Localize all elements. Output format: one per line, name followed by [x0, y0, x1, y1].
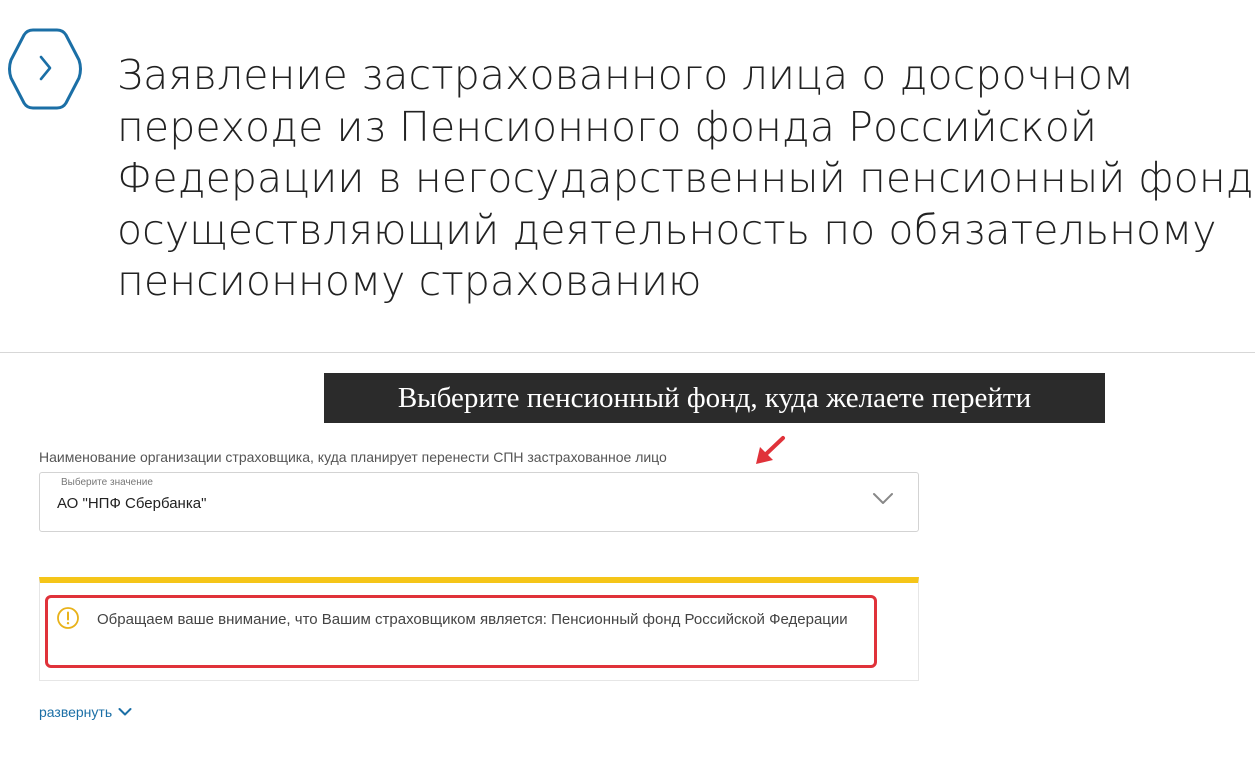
hint-banner: Выберите пенсионный фонд, куда желаете п… [324, 373, 1105, 423]
back-button[interactable] [6, 26, 84, 112]
page-title: Заявление застрахованного лица о досрочн… [117, 50, 1255, 308]
title-line-5: пенсионному страхованию [117, 257, 702, 305]
title-line-1: Заявление застрахованного лица о досрочн… [117, 51, 1135, 99]
title-line-3: Федерации в негосударственный пенсионный… [117, 154, 1255, 202]
insurer-notice: Обращаем ваше внимание, что Вашим страхо… [39, 577, 919, 681]
title-line-2: переходе из Пенсионного фонда Российской [117, 102, 1098, 151]
notice-text: Обращаем ваше внимание, что Вашим страхо… [97, 611, 848, 628]
section-divider [0, 352, 1255, 353]
red-arrow-icon [756, 436, 785, 464]
chevron-down-icon [118, 708, 132, 716]
select-value: АО "НПФ Сбербанка" [57, 495, 207, 512]
notice-highlight-frame [45, 595, 877, 668]
insurer-select[interactable]: Выберите значение АО "НПФ Сбербанка" [39, 472, 919, 532]
chevron-down-icon[interactable] [872, 492, 894, 506]
expand-label: развернуть [39, 704, 113, 720]
insurer-field-label: Наименование организации страховщика, ку… [39, 449, 667, 465]
chevron-right-icon [8, 28, 82, 110]
warning-icon [57, 607, 79, 629]
expand-link[interactable]: развернуть [39, 704, 132, 720]
title-line-4: осуществляющий деятельность по обязатель… [117, 205, 1217, 254]
select-caption: Выберите значение [61, 477, 153, 488]
